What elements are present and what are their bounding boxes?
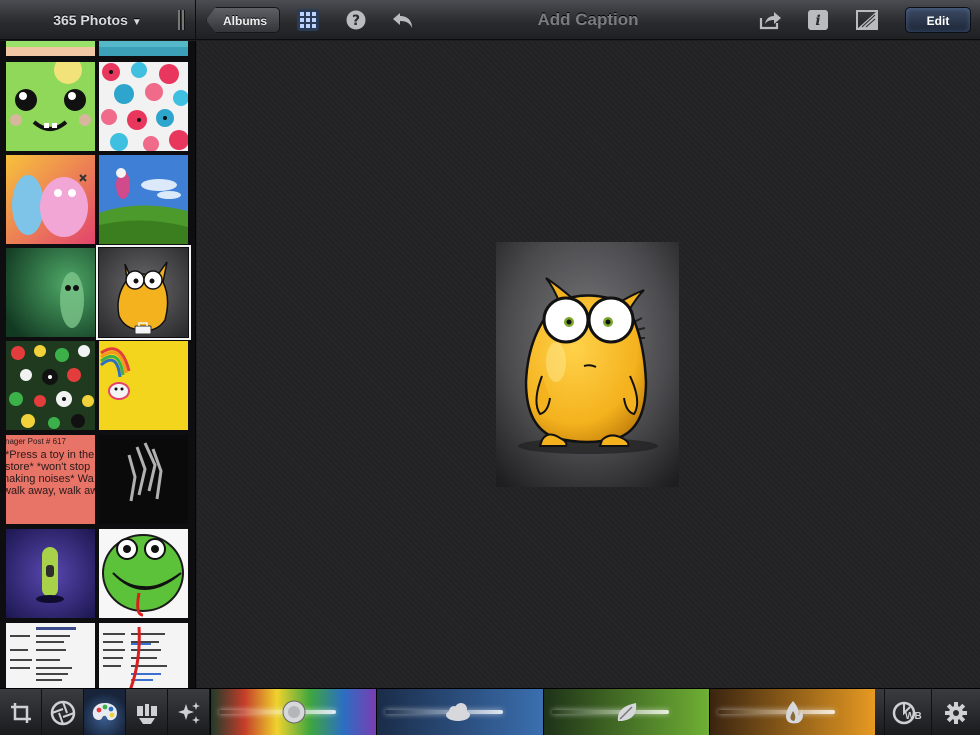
thumbnail[interactable] (99, 435, 188, 524)
thumbnail[interactable] (99, 155, 188, 244)
text-post-line: walk away, walk away. (6, 485, 95, 497)
caption-field[interactable]: Add Caption (470, 0, 706, 40)
text-post-line: nager Post # 617 (6, 437, 66, 446)
photo-thumbnail-sidebar[interactable]: nager Post # 617 *Press a toy in the sto… (0, 41, 196, 688)
svg-text:i: i (815, 13, 820, 29)
photo-canvas[interactable] (197, 41, 980, 688)
crop-icon[interactable] (0, 689, 42, 735)
album-title-label: 365 Photos (53, 12, 128, 28)
bottom-toolbar: WB (0, 688, 980, 735)
thumbnail[interactable] (6, 623, 95, 688)
main-photo[interactable] (496, 242, 679, 487)
slider-track (219, 710, 336, 714)
palette-icon[interactable] (84, 689, 126, 735)
thumbnail[interactable] (99, 62, 188, 151)
thumbnail[interactable] (6, 41, 95, 56)
white-balance-button[interactable]: WB (884, 689, 932, 735)
sparkle-icon[interactable] (168, 689, 210, 735)
compare-icon[interactable] (855, 8, 879, 32)
thumbnail[interactable] (6, 62, 95, 151)
aperture-icon[interactable] (42, 689, 84, 735)
albums-back-button[interactable]: Albums (206, 7, 281, 33)
flame-icon[interactable] (780, 699, 806, 725)
slider-track (552, 710, 669, 714)
exposure-slider[interactable] (210, 689, 376, 735)
album-title-dropdown[interactable]: 365 Photos ▼ (0, 0, 196, 40)
caret-down-icon: ▼ (131, 17, 142, 28)
text-post-line: store* *won't stop (6, 461, 91, 473)
edit-button[interactable]: Edit (905, 7, 971, 33)
grid-view-icon[interactable] (296, 8, 320, 32)
text-post-line: *Press a toy in the (6, 449, 95, 461)
thumbnail[interactable] (6, 341, 95, 430)
thumbnail[interactable] (99, 529, 188, 618)
svg-text:?: ? (352, 13, 360, 29)
flame-slider[interactable] (709, 689, 875, 735)
wb-label: WB (905, 711, 922, 722)
thumbnail[interactable] (6, 248, 95, 337)
leaf-icon[interactable] (614, 699, 640, 725)
help-icon[interactable]: ? (344, 8, 368, 32)
slider-knob[interactable] (281, 699, 307, 725)
thumbnail[interactable] (6, 529, 95, 618)
thumbnail[interactable] (99, 341, 188, 430)
thumbnail-text-post[interactable]: nager Post # 617 *Press a toy in the sto… (6, 435, 95, 524)
cloud-slider[interactable] (376, 689, 543, 735)
settings-gear-icon[interactable] (932, 689, 980, 735)
text-post-line: naking noises* Wa (6, 473, 94, 485)
thumbnail[interactable] (6, 155, 95, 244)
thumbnail[interactable] (99, 41, 188, 56)
top-toolbar: 365 Photos ▼ Albums ? Add Caption i Edit (0, 0, 980, 40)
thumbnail[interactable] (99, 623, 188, 688)
leaf-slider[interactable] (543, 689, 709, 735)
brush-icon[interactable] (126, 689, 168, 735)
sidebar-resize-grip-icon[interactable] (178, 10, 188, 30)
info-icon[interactable]: i (806, 8, 830, 32)
cloud-icon[interactable] (443, 699, 470, 725)
undo-icon[interactable] (391, 8, 415, 32)
slider-track (718, 710, 835, 714)
app-window: 365 Photos ▼ Albums ? Add Caption i Edit… (0, 0, 980, 735)
thumbnail-selected[interactable] (96, 245, 191, 340)
share-icon[interactable] (758, 8, 782, 32)
